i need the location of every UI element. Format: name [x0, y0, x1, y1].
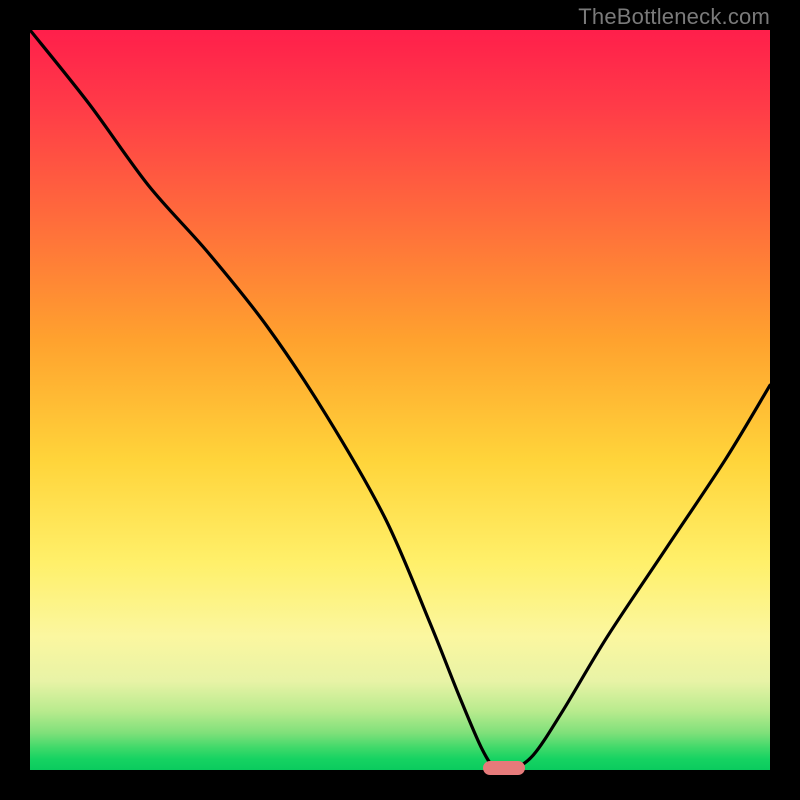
chart-frame: TheBottleneck.com: [0, 0, 800, 800]
optimal-marker: [483, 761, 525, 775]
plot-area: [30, 30, 770, 770]
bottleneck-curve: [30, 30, 770, 770]
watermark-text: TheBottleneck.com: [578, 4, 770, 30]
